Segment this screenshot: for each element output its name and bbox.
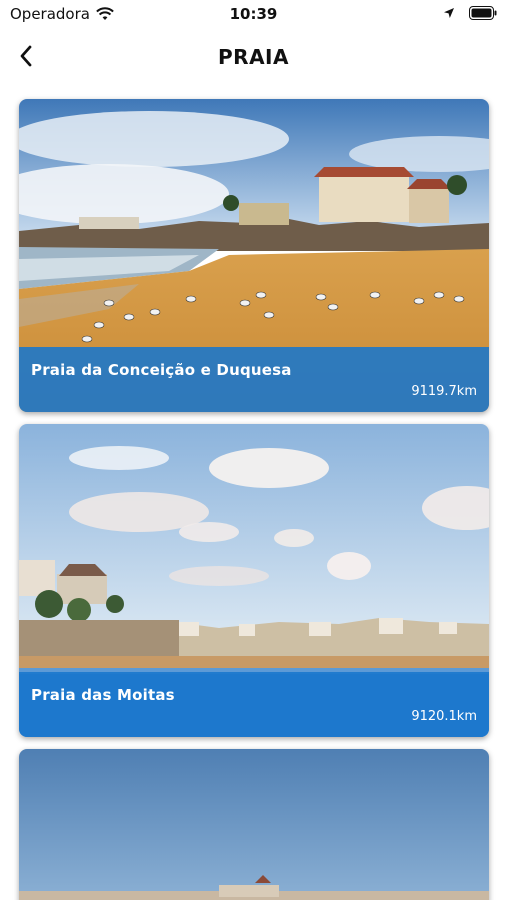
nav-bar: PRAIA xyxy=(0,36,507,78)
card-caption: Praia das Moitas 9120.1km xyxy=(19,672,489,737)
status-right xyxy=(443,6,497,20)
card-caption: Praia da Conceição e Duquesa 9119.7km xyxy=(19,347,489,412)
status-time: 10:39 xyxy=(229,5,278,23)
battery-icon xyxy=(469,6,497,20)
beach-card[interactable]: Praia das Moitas 9120.1km xyxy=(19,424,489,737)
beach-distance: 9119.7km xyxy=(411,384,477,399)
status-bar: Operadora 10:39 xyxy=(0,0,507,30)
beach-photo xyxy=(19,749,489,900)
location-arrow-icon xyxy=(444,8,454,18)
beach-name: Praia da Conceição e Duquesa xyxy=(31,361,292,379)
beach-card[interactable]: Praia da Conceição e Duquesa 9119.7km xyxy=(19,99,489,412)
beach-card[interactable] xyxy=(19,749,489,900)
beach-name: Praia das Moitas xyxy=(31,686,175,704)
beach-distance: 9120.1km xyxy=(411,709,477,724)
page-title: PRAIA xyxy=(218,45,289,69)
